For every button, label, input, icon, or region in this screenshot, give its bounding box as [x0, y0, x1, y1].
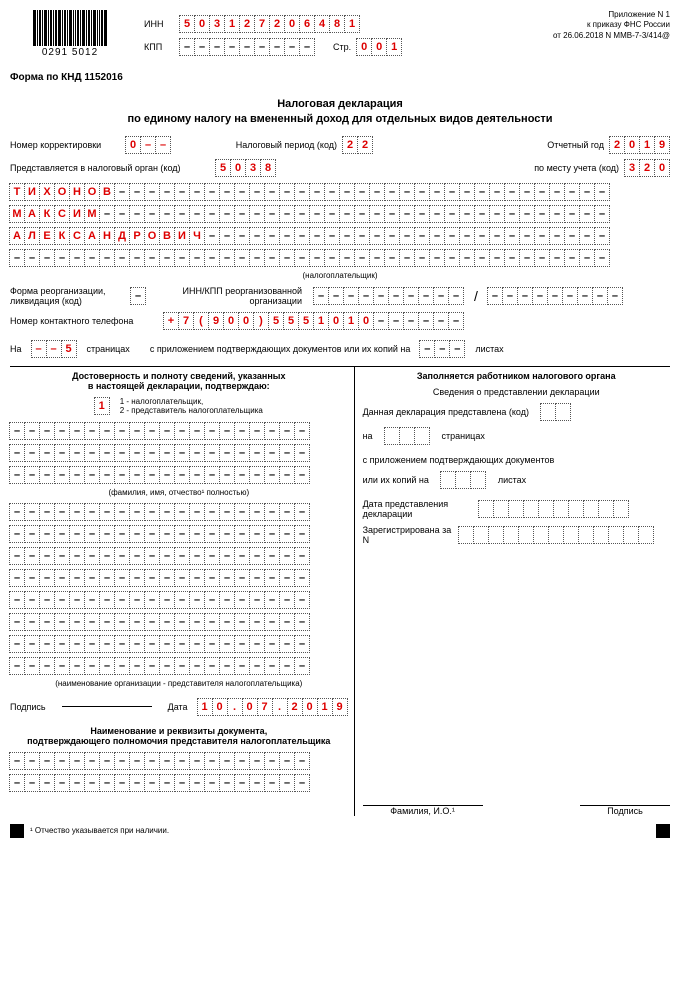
corr-cells[interactable]: 0––: [126, 136, 171, 154]
pages-a: На: [10, 344, 22, 354]
confirm-cell[interactable]: 1: [95, 397, 110, 415]
r-reg-cells[interactable]: [459, 526, 654, 544]
r-code-cells[interactable]: [541, 403, 571, 421]
r-l6: Зарегистрирована за N: [363, 525, 453, 545]
reorg-kpp-cells[interactable]: –––––––––: [488, 287, 623, 305]
extra-row-cells[interactable]: ––––––––––––––––––––––––––––––––––––––––: [10, 249, 670, 267]
right-h: Заполняется работником налогового органа: [363, 371, 670, 381]
organ-cells[interactable]: 5038: [216, 159, 276, 177]
left-org8[interactable]: ––––––––––––––––––––: [10, 657, 348, 675]
corr-label: Номер корректировки: [10, 140, 120, 150]
patronymic-cells[interactable]: АЛЕКСАНДРОВИЧ–––––––––––––––––––––––––––: [10, 227, 670, 245]
doc-title: Налоговая декларация по единому налогу н…: [10, 97, 670, 128]
sign-label: Подпись: [10, 702, 46, 712]
left-org7[interactable]: ––––––––––––––––––––: [10, 635, 348, 653]
right-sub: Сведения о представлении декларации: [363, 387, 670, 397]
left-h2: в настоящей декларации, подтверждаю:: [10, 381, 348, 391]
org-note: (наименование организации - представител…: [10, 679, 348, 688]
left-org2[interactable]: ––––––––––––––––––––: [10, 525, 348, 543]
year-label: Отчетный год: [547, 140, 604, 150]
surname-cells[interactable]: ТИХОНОВ–––––––––––––––––––––––––––––––––: [10, 183, 670, 201]
barcode-number: 0291 5012: [42, 47, 98, 58]
phone-cells[interactable]: +7(900)5551010––––––: [164, 312, 464, 330]
form-knd: Форма по КНД 1152016: [10, 72, 670, 83]
date-label: Дата: [168, 702, 188, 712]
fio-note: (фамилия, имя, отчество¹ полностью): [10, 488, 348, 497]
r-sheets-cells[interactable]: [441, 471, 486, 489]
kpp-label: КПП: [144, 42, 174, 52]
left-doc2[interactable]: ––––––––––––––––––––: [10, 774, 348, 792]
phone-label: Номер контактного телефона: [10, 316, 158, 326]
sheets-label: листах: [475, 344, 503, 354]
left-doc1[interactable]: ––––––––––––––––––––: [10, 752, 348, 770]
kpp-cells[interactable]: –––––––––: [180, 38, 315, 56]
r-l3: с приложением подтверждающих документов: [363, 455, 670, 465]
reorg-form-cell[interactable]: –: [131, 287, 146, 305]
reorg-form-label: Форма реорганизации, ликвидация (код): [10, 286, 125, 306]
left-org5[interactable]: ––––––––––––––––––––: [10, 591, 348, 609]
r-l4b: листах: [498, 475, 526, 485]
appendix-header: Приложение N 1 к приказу ФНС России от 2…: [553, 10, 670, 58]
organ-label: Представляется в налоговый орган (код): [10, 163, 210, 173]
corner-mark-right: [656, 824, 670, 838]
r-fio: Фамилия, И.О.¹: [390, 806, 455, 816]
doc-h1: Наименование и реквизиты документа,: [10, 726, 348, 736]
taxpayer-note: (налогоплательщик): [10, 271, 670, 280]
reorg-inn-cells[interactable]: ––––––––––: [314, 287, 464, 305]
period-label: Налоговый период (код): [217, 140, 337, 150]
left-fio1[interactable]: ––––––––––––––––––––: [10, 422, 348, 440]
r-date-cells[interactable]: [479, 500, 629, 518]
left-h1: Достоверность и полноту сведений, указан…: [10, 371, 348, 381]
place-cells[interactable]: 320: [625, 159, 670, 177]
name-cells[interactable]: МАКСИМ––––––––––––––––––––––––––––––––––: [10, 205, 670, 223]
pages-cells[interactable]: ––5: [32, 340, 77, 358]
r-l1: Данная декларация представлена (код): [363, 407, 529, 417]
left-org1[interactable]: ––––––––––––––––––––: [10, 503, 348, 521]
r-l4a: или их копий на: [363, 475, 429, 485]
left-fio3[interactable]: ––––––––––––––––––––: [10, 466, 348, 484]
inn-label: ИНН: [144, 19, 174, 29]
year-cells[interactable]: 2019: [610, 136, 670, 154]
att-label: с приложением подтверждающих документов …: [150, 344, 411, 354]
str-cells[interactable]: 001: [357, 38, 402, 56]
barcode: 0291 5012: [10, 10, 130, 58]
place-label: по месту учета (код): [534, 163, 619, 173]
left-org3[interactable]: ––––––––––––––––––––: [10, 547, 348, 565]
footnote: ¹ Отчество указывается при наличии.: [30, 826, 169, 835]
inn-cells[interactable]: 503127206481: [180, 15, 360, 33]
corner-mark-left: [10, 824, 24, 838]
str-label: Стр.: [333, 42, 351, 52]
r-l2a: на: [363, 431, 373, 441]
r-l5: Дата представления декларации: [363, 499, 473, 519]
period-cells[interactable]: 22: [343, 136, 373, 154]
r-pages-cells[interactable]: [385, 427, 430, 445]
doc-h2: подтверждающего полномочия представителя…: [10, 736, 348, 746]
r-sign: Подпись: [607, 806, 643, 816]
left-fio2[interactable]: ––––––––––––––––––––: [10, 444, 348, 462]
left-org4[interactable]: ––––––––––––––––––––: [10, 569, 348, 587]
left-org6[interactable]: ––––––––––––––––––––: [10, 613, 348, 631]
r-l2b: страницах: [442, 431, 485, 441]
date-cells[interactable]: 10.07.2019: [198, 698, 348, 716]
reorg-inn-label: ИНН/КПП реорганизованной организации: [162, 286, 302, 306]
pages-b: страницах: [87, 344, 130, 354]
att-cells[interactable]: –––: [420, 340, 465, 358]
